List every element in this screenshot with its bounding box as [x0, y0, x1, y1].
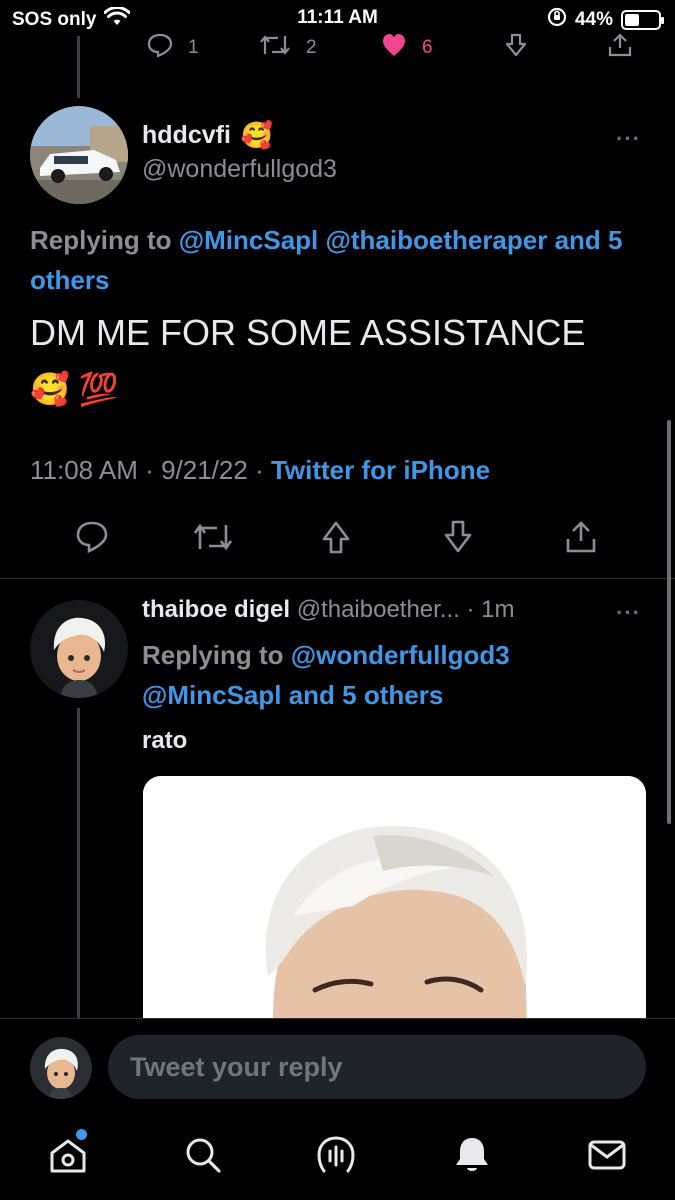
previous-tweet-actions: 1 2 6 — [0, 30, 675, 66]
search-icon[interactable] — [181, 1133, 225, 1177]
tweet-date: 9/21/22 — [161, 455, 248, 485]
prev-share-action[interactable] — [606, 32, 634, 64]
tweet-time: 11:08 AM — [30, 455, 138, 485]
scrollbar[interactable] — [667, 420, 671, 824]
tweet-body: DM ME FOR SOME ASSISTANCE — [30, 312, 586, 353]
more-options-icon[interactable]: ··· — [616, 126, 641, 152]
battery-percent: 44% — [574, 9, 613, 30]
like-icon — [380, 32, 408, 64]
prev-like-count: 6 — [422, 37, 433, 58]
downvote-icon[interactable] — [440, 519, 476, 560]
notifications-icon[interactable] — [450, 1133, 494, 1177]
prev-reply-action[interactable]: 1 — [146, 32, 199, 64]
spaces-icon[interactable] — [314, 1133, 358, 1177]
reply-tweet-header: thaiboe digel @thaiboether... · 1m — [142, 596, 515, 624]
thread-line-reply — [77, 708, 80, 1018]
main-tweet-avatar[interactable] — [30, 106, 128, 204]
notification-dot — [76, 1129, 87, 1140]
prev-retweet-action[interactable]: 2 — [258, 32, 317, 64]
downvote-icon — [502, 32, 530, 64]
home-icon[interactable] — [46, 1129, 90, 1177]
replying-prefix: Replying to — [142, 640, 284, 670]
mention-link[interactable]: @MincSapl — [179, 225, 318, 255]
more-options-icon[interactable]: ··· — [616, 600, 641, 626]
main-tweet-text: DM ME FOR SOME ASSISTANCE 🥰 💯 — [30, 308, 650, 414]
emoji-icon: 🥰 — [240, 120, 274, 150]
others-link[interactable]: and 5 others — [289, 680, 444, 710]
tweet-emojis: 🥰 💯 — [30, 371, 119, 407]
share-icon[interactable] — [563, 519, 599, 560]
battery-icon — [621, 10, 664, 30]
main-tweet-handle[interactable]: @wonderfullgod3 — [142, 155, 337, 184]
reply-tweet-age: 1m — [481, 596, 515, 623]
reply-tweet-handle[interactable]: @thaiboether... — [297, 596, 460, 623]
prev-downvote-action[interactable] — [502, 32, 530, 64]
retweet-icon[interactable] — [191, 519, 235, 560]
replying-prefix: Replying to — [30, 225, 172, 255]
prev-retweet-count: 2 — [306, 37, 317, 58]
meta-separator: · — [255, 455, 264, 485]
reply-icon[interactable] — [74, 519, 110, 560]
reply-tweet-replying-to: Replying to @wonderfullgod3 @MincSapl an… — [142, 635, 642, 715]
reply-tweet-avatar[interactable] — [30, 600, 128, 698]
main-tweet-meta: 11:08 AM · 9/21/22 · Twitter for iPhone — [30, 455, 490, 486]
thread-line-top — [77, 36, 80, 98]
upvote-icon[interactable] — [318, 519, 354, 560]
reply-tweet-media[interactable] — [143, 776, 646, 1036]
retweet-icon — [258, 32, 292, 64]
tweet-source-link[interactable]: Twitter for iPhone — [271, 455, 490, 485]
prev-reply-count: 1 — [188, 37, 199, 58]
reply-tweet-display-name[interactable]: thaiboe digel — [142, 596, 290, 623]
divider — [0, 578, 675, 579]
main-tweet-replying-to: Replying to @MincSapl @thaiboetheraper a… — [30, 220, 650, 300]
messages-icon[interactable] — [585, 1133, 629, 1177]
share-icon — [606, 32, 634, 64]
reply-icon — [146, 32, 174, 64]
reply-input[interactable]: Tweet your reply — [108, 1035, 646, 1099]
meta-separator: · — [466, 596, 475, 623]
user-avatar[interactable] — [30, 1037, 92, 1099]
bottom-tab-bar — [0, 1115, 675, 1200]
main-tweet-header: hddcvfi 🥰 @wonderfullgod3 — [142, 120, 337, 184]
main-tweet-display-name[interactable]: hddcvfi — [142, 121, 231, 150]
prev-like-action[interactable]: 6 — [380, 32, 433, 64]
reply-compose-bar: Tweet your reply — [0, 1018, 675, 1115]
mention-link[interactable]: @MincSapl — [142, 680, 281, 710]
mention-link[interactable]: @wonderfullgod3 — [291, 640, 510, 670]
meta-separator: · — [145, 455, 154, 485]
mention-link[interactable]: @thaiboetheraper — [326, 225, 548, 255]
main-tweet-actions — [0, 519, 675, 563]
reply-tweet-text: rato — [142, 727, 188, 754]
